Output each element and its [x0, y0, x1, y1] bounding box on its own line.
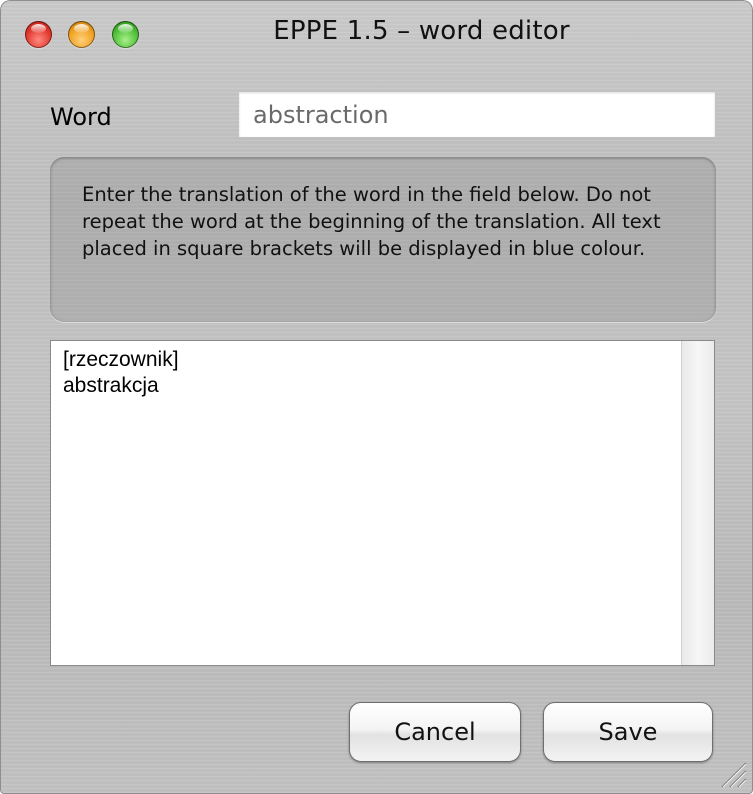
zoom-button[interactable] [112, 21, 139, 48]
vertical-scrollbar[interactable] [681, 341, 714, 665]
title-bar[interactable]: EPPE 1.5 – word editor [0, 0, 753, 66]
minimize-button[interactable] [68, 21, 95, 48]
translation-textarea[interactable]: [rzeczownik] abstrakcja [50, 340, 715, 666]
word-field[interactable] [239, 92, 715, 137]
word-label: Word [50, 103, 112, 131]
word-editor-window: EPPE 1.5 – word editor Word Enter the tr… [0, 0, 753, 794]
instructions-text: Enter the translation of the word in the… [82, 183, 661, 260]
window-title: EPPE 1.5 – word editor [273, 16, 570, 46]
resize-grip-icon[interactable] [713, 754, 747, 788]
translation-text: [rzeczownik] abstrakcja [63, 348, 179, 397]
save-button[interactable]: Save [543, 702, 713, 762]
cancel-button[interactable]: Cancel [349, 702, 521, 762]
instructions-box: Enter the translation of the word in the… [50, 157, 716, 322]
close-button[interactable] [25, 21, 52, 48]
